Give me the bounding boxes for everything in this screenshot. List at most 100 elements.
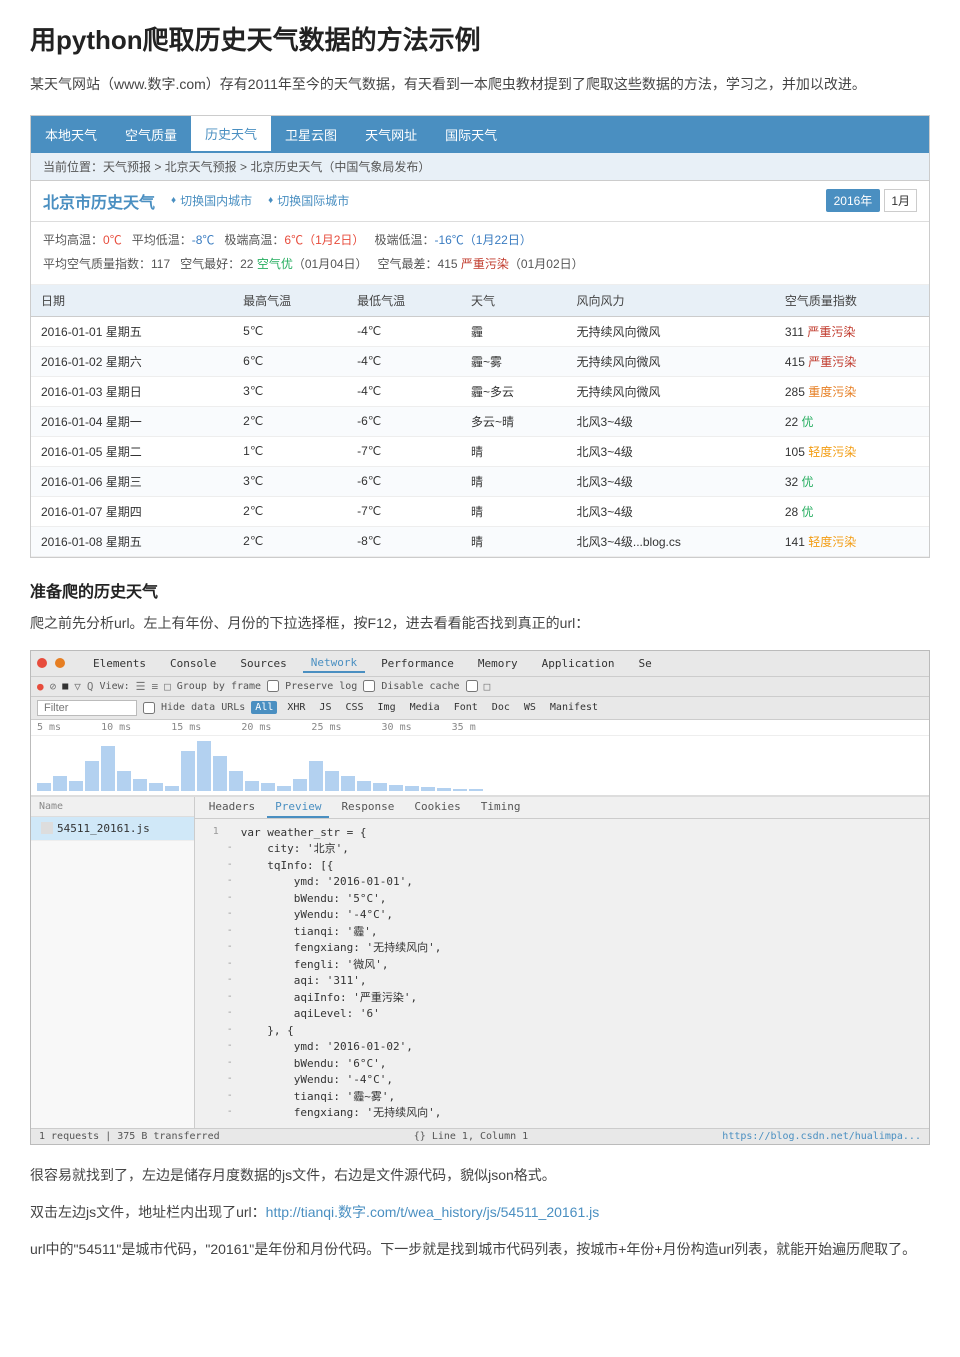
disable-cache-checkbox[interactable] [466,680,478,692]
file-name: 54511_20161.js [57,822,150,835]
filter-ws[interactable]: WS [520,701,540,714]
timeline-bar [373,783,387,791]
title-suffix: 爬取历史天气数据的方法示例 [143,25,481,55]
code-line: - aqiInfo: '严重污染', [195,990,929,1007]
code-line: - ymd: '2016-01-01', [195,874,929,891]
code-line: - ymd: '2016-01-02', [195,1039,929,1056]
group-by-frame-checkbox[interactable] [267,680,279,692]
timeline-bar [69,781,83,791]
filter-img[interactable]: Img [374,701,400,714]
filter-xhr[interactable]: XHR [283,701,309,714]
timeline-bar [133,779,147,791]
nav-item-local[interactable]: 本地天气 [31,117,111,152]
nav-item-sites[interactable]: 天气网址 [351,117,431,152]
filter-doc[interactable]: Doc [488,701,514,714]
hide-data-urls-checkbox[interactable] [143,702,155,714]
devtools-filter-icon[interactable]: ▽ [74,680,81,693]
code-line: - tianqi: '霾~雾', [195,1089,929,1106]
nav-item-air[interactable]: 空气质量 [111,117,191,152]
devtools-view-grid[interactable]: ≡ [152,680,159,693]
code-line: - aqiLevel: '6' [195,1006,929,1023]
timeline-bar [101,746,115,791]
filter-all[interactable]: All [251,701,277,714]
detail-tab-cookies[interactable]: Cookies [406,797,468,818]
screenshot-icon[interactable]: □ [484,680,491,693]
tab-application[interactable]: Application [534,655,623,672]
devtools-split-icon[interactable]: □ [164,680,171,693]
tab-performance[interactable]: Performance [373,655,462,672]
timeline-bar [309,761,323,791]
timeline-bar [341,776,355,791]
devtools-screenshot: Elements Console Sources Network Perform… [30,650,930,1145]
detail-tab-response[interactable]: Response [333,797,402,818]
col-date: 日期 [31,285,233,317]
filter-css[interactable]: CSS [341,701,367,714]
devtools-record-icon[interactable]: ● [37,680,44,693]
tab-console[interactable]: Console [162,655,224,672]
tab-network[interactable]: Network [303,654,365,673]
nav-item-intl[interactable]: 国际天气 [431,117,511,152]
title-prefix: 用 [30,25,56,55]
switch-domestic[interactable]: 切换国内城市 [171,192,252,209]
file-item-54511[interactable]: 54511_20161.js [31,817,194,841]
timeline-bar [261,783,275,791]
col-high: 最高气温 [233,285,347,317]
section2-heading: 准备爬的历史天气 [30,578,930,602]
preserve-log-checkbox[interactable] [363,680,375,692]
weather-stats: 平均高温：0℃ 平均低温：-8℃ 极端高温：6℃（1月2日） 极端低温：-16℃… [31,222,929,285]
timeline-bar [357,781,371,791]
timeline-bar [37,783,51,791]
file-icon [41,822,53,834]
detail-tab-headers[interactable]: Headers [201,797,263,818]
devtools-main: Name 54511_20161.js Headers Preview Resp… [31,797,929,1128]
devtools-detail-panel: Headers Preview Response Cookies Timing … [195,797,929,1128]
code-line: - yWendu: '-4°C', [195,1072,929,1089]
tab-se[interactable]: Se [631,655,660,672]
filter-input[interactable] [37,700,137,716]
tab-elements[interactable]: Elements [85,655,154,672]
filter-font[interactable]: Font [450,701,482,714]
detail-tab-timing[interactable]: Timing [473,797,529,818]
title-bold: python [56,25,143,55]
devtools-view-list[interactable]: ☰ [136,680,146,693]
table-row: 2016-01-01 星期五5℃-4℃霾无持续风向微风311 严重污染 [31,316,929,346]
filter-media[interactable]: Media [406,701,444,714]
page-title: 用python爬取历史天气数据的方法示例 [30,20,930,57]
code-line: - aqi: '311', [195,973,929,990]
tab-sources[interactable]: Sources [232,655,294,672]
year-select[interactable]: 2016年 [826,189,881,212]
code-line: - }, { [195,1023,929,1040]
timeline-bar [53,776,67,791]
devtools-file-list: Name 54511_20161.js [31,797,195,1128]
code-line: - fengli: '微风', [195,957,929,974]
timeline-bar [437,788,451,791]
table-row: 2016-01-04 星期一2℃-6℃多云~晴北风3~4级22 优 [31,406,929,436]
month-select[interactable]: 1月 [884,189,917,212]
devtools-toolbar: Elements Console Sources Network Perform… [31,651,929,677]
devtools-filter-bar-1: ● ⊘ ■ ▽ Q View: ☰ ≡ □ Group by frame Pre… [31,677,929,697]
devtools-search-icon[interactable]: Q [87,680,94,693]
timeline-bar [469,789,483,791]
switch-intl[interactable]: 切换国际城市 [268,192,349,209]
table-row: 2016-01-05 星期二1℃-7℃晴北风3~4级105 轻度污染 [31,436,929,466]
col-low: 最低气温 [347,285,461,317]
detail-tab-preview[interactable]: Preview [267,797,329,818]
devtools-clear-icon[interactable]: ⊘ [50,680,57,693]
timeline-bar [213,756,227,791]
timeline-bar [85,761,99,791]
status-requests: 1 requests | 375 B transferred [39,1131,220,1142]
filter-js[interactable]: JS [315,701,335,714]
table-row: 2016-01-06 星期三3℃-6℃晴北风3~4级32 优 [31,466,929,496]
filter-manifest[interactable]: Manifest [546,701,602,714]
devtools-stop-icon[interactable]: ■ [62,681,68,692]
status-line: {} Line 1, Column 1 [414,1131,528,1142]
stats-line2: 平均空气质量指数：117 空气最好：22 空气优（01月04日） 空气最差：41… [43,254,917,276]
tab-memory[interactable]: Memory [470,655,526,672]
nav-item-satellite[interactable]: 卫星云图 [271,117,351,152]
weather-city-title: 北京市历史天气 [43,189,155,213]
timeline-bar [389,785,403,791]
weather-header: 北京市历史天气 切换国内城市 切换国际城市 2016年 1月 [31,181,929,222]
devtools-status-bar: 1 requests | 375 B transferred {} Line 1… [31,1128,929,1144]
col-name-header: Name [31,797,194,817]
nav-item-history[interactable]: 历史天气 [191,116,271,153]
